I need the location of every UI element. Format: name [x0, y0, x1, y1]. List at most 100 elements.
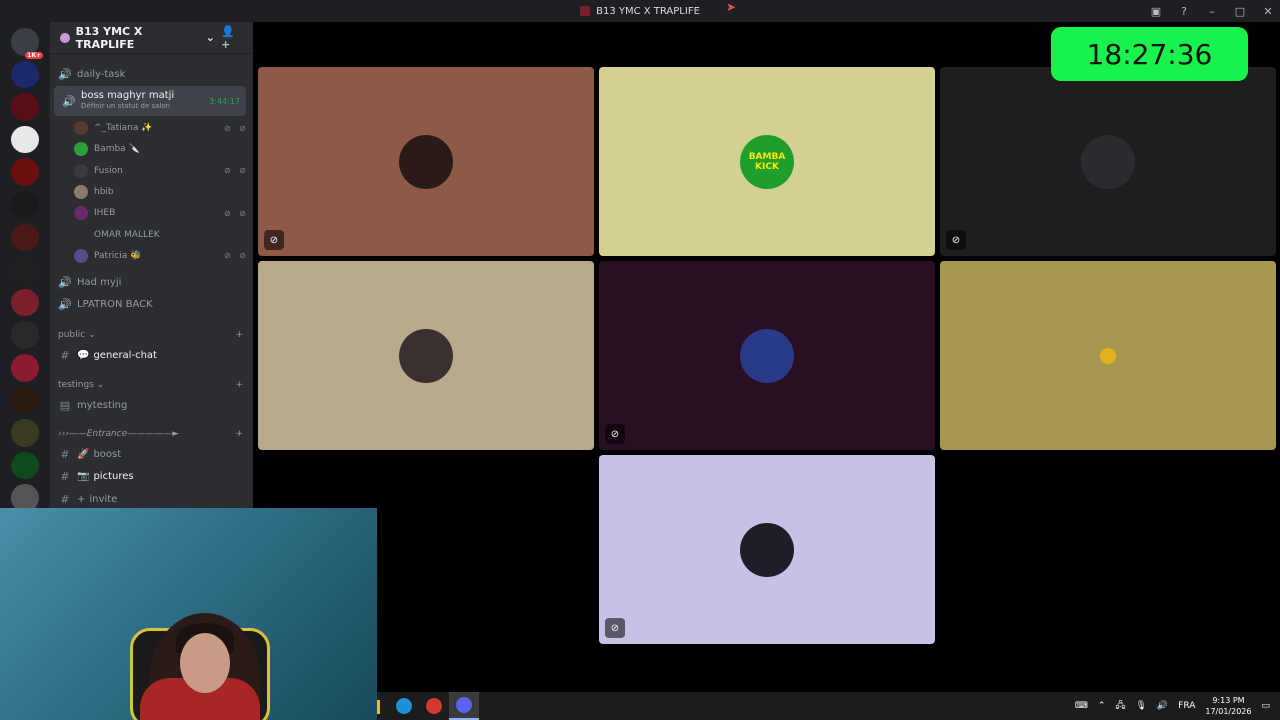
participant-avatar — [1081, 134, 1135, 189]
close-button[interactable]: ✕ — [1260, 5, 1276, 18]
plus-icon: + — [77, 493, 86, 505]
add-channel-icon[interactable]: + — [235, 380, 243, 390]
tile-bamba[interactable]: BAMBA KICK — [599, 67, 935, 256]
rocket-icon: 🚀 — [77, 448, 90, 460]
server-icon-12[interactable] — [11, 386, 39, 415]
channel-boss-maghyr-matji[interactable]: 🔊 boss maghyr matji Définir un statut de… — [54, 86, 246, 116]
channel-pictures[interactable]: # 📷 pictures — [50, 468, 253, 484]
participant-avatar: BAMBA KICK — [740, 134, 794, 189]
network-icon[interactable]: 🖧 — [1115, 698, 1125, 714]
webcam-overlay — [0, 508, 377, 720]
voice-user[interactable]: Patricia 🐝 ⊘ ⊘ — [74, 246, 249, 266]
minimize-button[interactable]: – — [1204, 5, 1220, 18]
hash-icon: # — [60, 447, 70, 461]
voice-user[interactable]: Bamba 🔪 — [74, 139, 249, 159]
participant-avatar — [1100, 347, 1116, 364]
server-icon-10[interactable] — [11, 321, 39, 349]
chevron-down-icon: ⌄ — [93, 380, 105, 390]
guild-icon — [60, 32, 70, 43]
guild-header[interactable]: B13 YMC X TRAPLIFE ⌄ 👤+ — [50, 22, 253, 54]
channel-had-myji[interactable]: 🔊 Had myji — [50, 274, 253, 290]
server-icon-7[interactable] — [11, 223, 39, 252]
server-icon-9[interactable] — [11, 288, 39, 317]
channel-label: LPATRON BACK — [77, 298, 153, 310]
language-indicator[interactable]: FRA — [1178, 701, 1195, 711]
add-channel-icon[interactable]: + — [235, 429, 243, 439]
voice-user[interactable]: ^_Tatiana ✨ ⊘ ⊘ — [74, 118, 249, 138]
server-icon-14[interactable] — [11, 451, 39, 480]
muted-deafened-icon: ⊘ ⊘ — [224, 208, 249, 218]
channel-label: general-chat — [93, 349, 157, 361]
edge-icon — [396, 698, 412, 714]
channel-mytesting[interactable]: ▤ mytesting — [50, 397, 253, 413]
category-public[interactable]: public ⌄ + — [58, 330, 243, 340]
deafened-icon: ⊘ — [264, 230, 284, 250]
tile-tatiana[interactable]: ⊘ — [258, 67, 594, 256]
channel-label: invite — [89, 493, 118, 505]
channel-label: daily-task — [77, 68, 126, 80]
edge-app[interactable] — [389, 692, 419, 720]
maximize-button[interactable]: □ — [1232, 5, 1248, 18]
chrome-icon — [426, 698, 442, 714]
voice-icon: 🔊 — [58, 67, 72, 81]
channel-general-chat[interactable]: # 💬 general-chat — [50, 347, 253, 363]
chevron-up-icon[interactable]: ⌃ — [1098, 701, 1106, 711]
streamer-face — [180, 633, 230, 693]
participant-avatar — [399, 328, 453, 383]
keyboard-icon[interactable]: ⌨ — [1075, 701, 1088, 711]
chevron-down-icon: ⌄ — [205, 31, 215, 44]
help-icon[interactable]: ? — [1176, 5, 1192, 18]
channel-lpatron-back[interactable]: 🔊 LPATRON BACK — [50, 296, 253, 312]
server-icon-11[interactable] — [11, 353, 39, 382]
chat-emoji-icon: 💬 — [77, 349, 90, 361]
server-rail: 1K+ — [0, 22, 50, 512]
server-icon-4[interactable] — [11, 125, 39, 154]
voice-user[interactable]: Fusion ⊘ ⊘ — [74, 161, 249, 181]
mouse-cursor-icon: ➤ — [726, 0, 737, 14]
channel-daily-task[interactable]: 🔊 daily-task — [50, 66, 253, 82]
server-icon-2[interactable] — [11, 60, 39, 89]
server-icon-5[interactable] — [11, 158, 39, 186]
server-icon — [580, 6, 591, 16]
tile-fusion[interactable]: ⊘ — [940, 67, 1276, 256]
discord-app[interactable] — [449, 692, 479, 720]
server-icon-1[interactable]: 1K+ — [11, 28, 43, 59]
taskbar-time: 9:13 PM — [1212, 696, 1245, 705]
voice-stage: ⊘ BAMBA KICK ⊘ ⊘ ⊘ — [253, 22, 1280, 692]
add-member-icon[interactable]: 👤+ — [221, 25, 243, 51]
taskbar-clock[interactable]: 9:13 PM 17/01/2026 — [1205, 695, 1251, 717]
notification-icon[interactable]: ▭ — [1261, 701, 1270, 711]
deafened-icon: ⊘ — [605, 618, 625, 638]
tile-iheb[interactable]: ⊘ — [599, 261, 935, 450]
server-icon-3[interactable] — [11, 93, 39, 121]
category-entrance[interactable]: ›››——Entrance—————► + — [58, 429, 243, 439]
channel-invite[interactable]: # + invite — [50, 491, 253, 507]
deafened-icon: ⊘ — [946, 230, 966, 250]
category-testings[interactable]: testings ⌄ + — [58, 380, 243, 390]
hash-icon: # — [60, 492, 70, 506]
chrome-app[interactable] — [419, 692, 449, 720]
tile-patricia[interactable]: ⊘ — [599, 455, 935, 644]
tile-omar[interactable] — [940, 261, 1276, 450]
server-icon-13[interactable] — [11, 419, 39, 447]
inbox-icon[interactable]: ▣ — [1148, 5, 1164, 18]
mic-icon[interactable]: 🎙 — [1135, 701, 1146, 711]
channel-label: pictures — [93, 470, 134, 482]
tile-hbib[interactable] — [258, 261, 594, 450]
mention-badge: 1K+ — [25, 51, 43, 59]
voice-user[interactable]: hbib — [74, 182, 249, 202]
server-icon-6[interactable] — [11, 190, 39, 219]
add-channel-icon[interactable]: + — [235, 330, 243, 340]
muted-deafened-icon: ⊘ ⊘ — [224, 166, 249, 176]
avatar — [74, 227, 88, 242]
avatar — [74, 184, 88, 199]
channel-status[interactable]: Définir un statut de salon — [81, 101, 174, 112]
server-icon-8[interactable] — [11, 256, 39, 284]
channel-boost[interactable]: # 🚀 boost — [50, 446, 253, 462]
voice-user-name: OMAR MALLEK — [94, 229, 160, 240]
participant-avatar — [740, 328, 794, 383]
voice-user[interactable]: OMAR MALLEK — [74, 225, 249, 245]
window-title: B13 YMC X TRAPLIFE — [580, 6, 700, 17]
voice-user[interactable]: IHEB ⊘ ⊘ — [74, 203, 249, 223]
volume-icon[interactable]: 🔊 — [1157, 701, 1168, 711]
